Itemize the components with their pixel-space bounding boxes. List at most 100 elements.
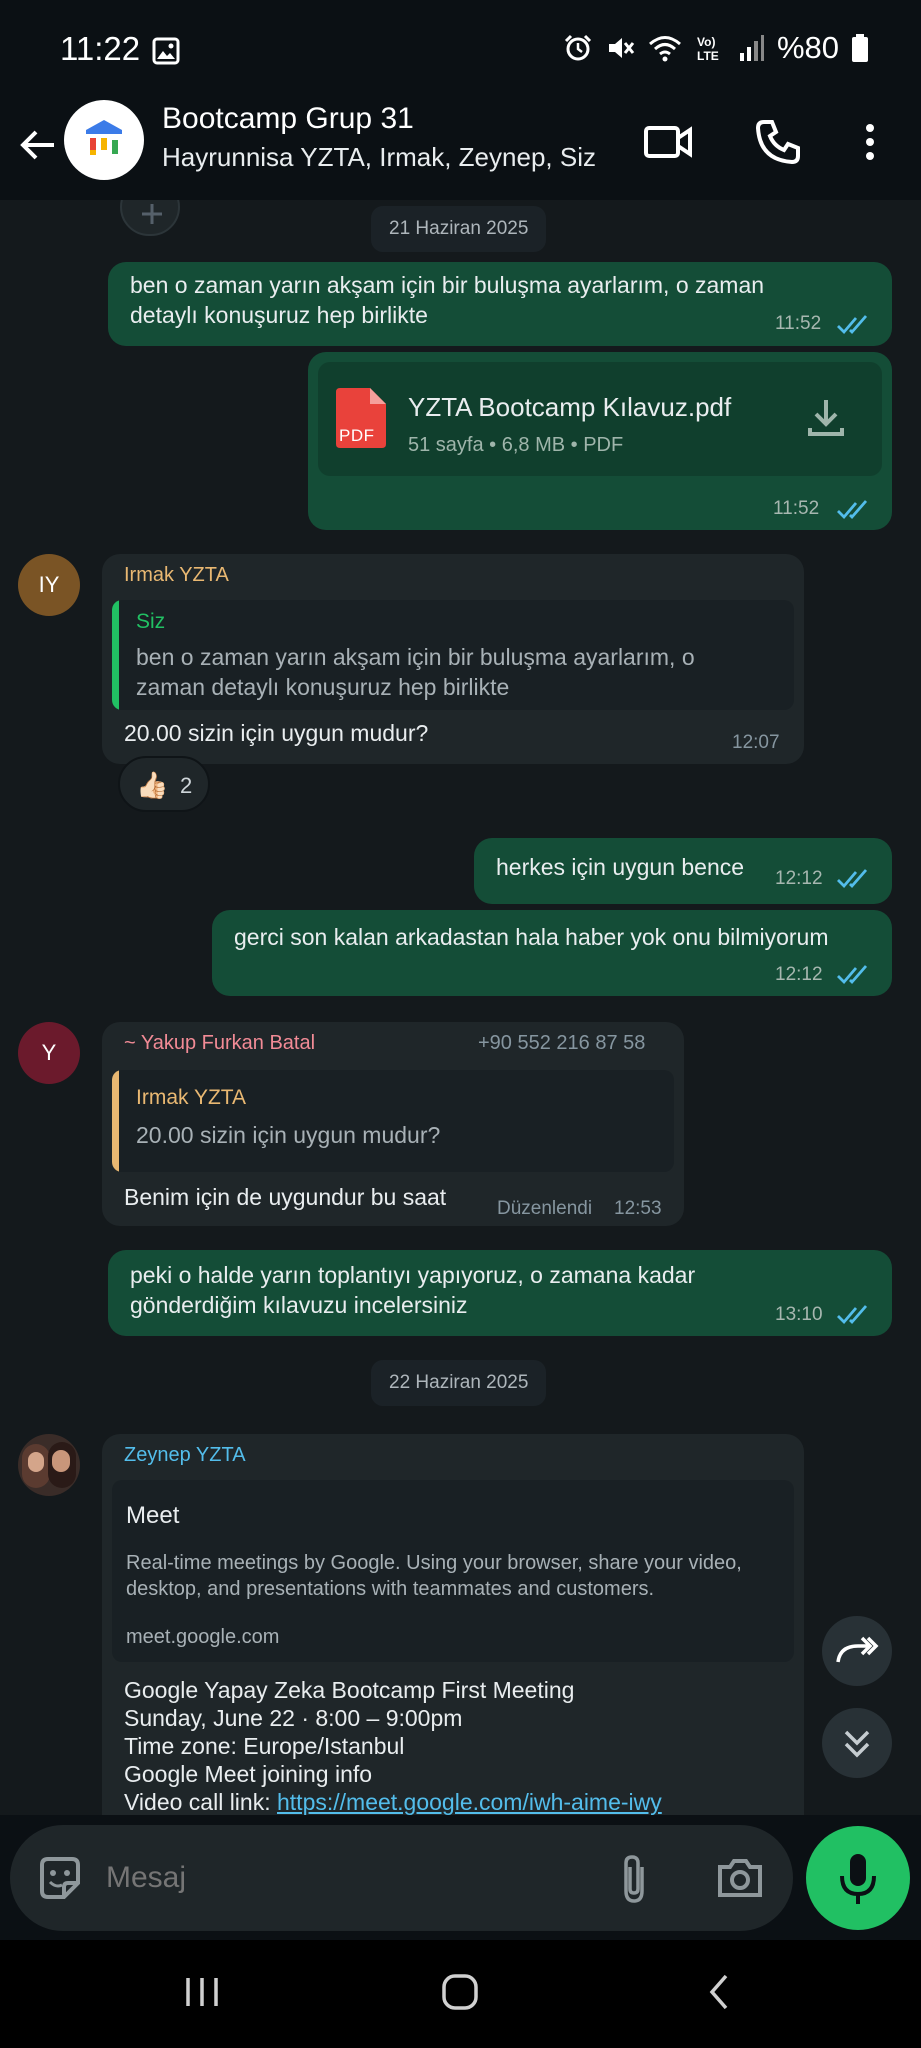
meet-link[interactable]: https://meet.google.com/iwh-aime-iwy <box>277 1789 662 1815</box>
read-ticks-icon <box>837 315 868 335</box>
status-icons: Vo) LTE %80 <box>563 30 869 66</box>
preview-description: Real-time meetings by Google. Using your… <box>126 1552 742 1574</box>
thumbs-up-emoji: 👍🏻 <box>136 770 169 800</box>
sender-name[interactable]: Irmak YZTA <box>124 564 229 587</box>
read-ticks-icon <box>837 500 868 520</box>
read-ticks-icon <box>837 869 868 889</box>
message-outgoing[interactable]: peki o halde yarın toplantıyı yapıyoruz,… <box>108 1250 892 1336</box>
message-time: 11:52 <box>775 313 822 334</box>
message-time: 12:07 <box>732 732 780 753</box>
chat-header: Bootcamp Grup 31 Hayrunnisa YZTA, Irmak,… <box>0 98 921 200</box>
message-text: 20.00 sizin için uygun mudur? <box>124 720 429 746</box>
message-incoming[interactable]: ~ Yakup Furkan Batal +90 552 216 87 58 I… <box>102 1022 684 1226</box>
more-vert-icon[interactable] <box>852 116 888 168</box>
chat-title[interactable]: Bootcamp Grup 31 <box>162 102 414 136</box>
signal-icon <box>739 35 764 61</box>
quoted-message[interactable]: Siz ben o zaman yarın akşam için bir bul… <box>112 600 794 710</box>
reaction-badge[interactable]: 👍🏻 2 <box>118 756 210 812</box>
preview-title: Meet <box>126 1502 180 1529</box>
gallery-icon <box>152 37 180 65</box>
date-separator: 22 Haziran 2025 <box>371 1360 547 1406</box>
quoted-message[interactable]: Irmak YZTA 20.00 sizin için uygun mudur? <box>112 1070 674 1172</box>
date-separator: 21 Haziran 2025 <box>371 206 547 252</box>
link-preview[interactable]: Meet Real-time meetings by Google. Using… <box>112 1480 794 1662</box>
message-text: Time zone: Europe/Istanbul <box>124 1733 405 1759</box>
message-text: ben o zaman yarın akşam için bir buluşma… <box>130 272 765 298</box>
alarm-icon <box>564 34 592 61</box>
quote-text: ben o zaman yarın akşam için bir buluşma… <box>136 644 695 670</box>
document-card[interactable]: PDF YZTA Bootcamp Kılavuz.pdf 51 sayfa •… <box>318 362 882 476</box>
quote-text: 20.00 sizin için uygun mudur? <box>136 1122 441 1148</box>
group-avatar[interactable] <box>64 100 144 180</box>
camera-icon[interactable] <box>716 1855 764 1901</box>
sender-name[interactable]: ~ Yakup Furkan Batal <box>124 1032 315 1055</box>
message-input-bar <box>10 1825 793 1931</box>
message-input[interactable] <box>106 1853 556 1903</box>
video-call-icon[interactable] <box>642 116 694 168</box>
chat-participants[interactable]: Hayrunnisa YZTA, Irmak, Zeynep, Siz <box>162 142 596 173</box>
mute-icon <box>608 38 635 58</box>
avatar[interactable]: IY <box>18 554 80 616</box>
message-outgoing[interactable]: gerci son kalan arkadastan hala haber yo… <box>212 910 892 996</box>
file-type-badge: PDF <box>339 426 375 445</box>
building-icon <box>86 120 122 155</box>
message-time: 11:52 <box>773 498 820 519</box>
message-text: Sunday, June 22 · 8:00 – 9:00pm <box>124 1705 463 1731</box>
back-nav-icon[interactable] <box>700 1972 740 2012</box>
add-reaction-button[interactable] <box>120 200 180 236</box>
message-outgoing[interactable]: ben o zaman yarın akşam için bir buluşma… <box>108 262 892 346</box>
quote-text: zaman detaylı konuşuruz hep birlikte <box>136 674 510 700</box>
message-text: herkes için uygun bence <box>496 854 745 880</box>
preview-description: desktop, and presentations with teammate… <box>126 1578 655 1600</box>
avatar-photo[interactable] <box>18 1434 80 1496</box>
message-text: gerci son kalan arkadastan hala haber yo… <box>234 924 829 950</box>
message-text: gönderdiğim kılavuzu incelersiniz <box>130 1292 468 1318</box>
message-incoming[interactable]: Zeynep YZTA Meet Real-time meetings by G… <box>102 1434 804 1815</box>
status-bar: 11:22 Vo) LTE %80 <box>0 0 921 100</box>
file-name: YZTA Bootcamp Kılavuz.pdf <box>408 392 732 422</box>
system-navigation-bar <box>0 1940 921 2048</box>
message-outgoing[interactable]: herkes için uygun bence 12:12 <box>474 838 892 904</box>
quote-sender: Irmak YZTA <box>136 1086 247 1109</box>
quote-bar <box>112 1070 119 1172</box>
quote-bar <box>112 600 119 710</box>
avatar[interactable]: Y <box>18 1022 80 1084</box>
message-text: Benim için de uygundur bu saat <box>124 1184 447 1210</box>
phone-call-icon[interactable] <box>752 116 804 168</box>
chat-area[interactable]: 21 Haziran 2025 ben o zaman yarın akşam … <box>0 200 921 1815</box>
preview-domain: meet.google.com <box>126 1626 280 1648</box>
status-time: 11:22 <box>60 30 141 67</box>
sender-phone[interactable]: +90 552 216 87 58 <box>478 1032 645 1055</box>
mic-icon <box>840 1854 876 1904</box>
mic-button[interactable] <box>806 1826 910 1930</box>
message-incoming[interactable]: Irmak YZTA Siz ben o zaman yarın akşam i… <box>102 554 804 764</box>
sticker-icon[interactable] <box>36 1855 84 1903</box>
message-time: 12:12 <box>775 868 823 889</box>
recent-apps-icon[interactable] <box>180 1972 224 2012</box>
quote-sender: Siz <box>136 610 166 633</box>
home-icon[interactable] <box>440 1972 480 2012</box>
forward-button[interactable] <box>822 1616 892 1686</box>
double-chevron-down-icon <box>844 1730 870 1758</box>
reaction-count: 2 <box>180 773 193 798</box>
attach-icon[interactable] <box>614 1853 654 1905</box>
battery-icon <box>852 34 868 62</box>
message-text: Google Meet joining info <box>124 1761 373 1787</box>
message-text: detaylı konuşuruz hep birlikte <box>130 302 428 328</box>
message-outgoing-document[interactable]: PDF YZTA Bootcamp Kılavuz.pdf 51 sayfa •… <box>308 352 892 530</box>
avatar-face <box>52 1450 70 1472</box>
message-time: 12:12 <box>775 964 823 985</box>
edited-label: Düzenlendi <box>497 1198 593 1219</box>
message-text: peki o halde yarın toplantıyı yapıyoruz,… <box>130 1262 696 1288</box>
message-time: 13:10 <box>775 1304 823 1325</box>
avatar-face <box>28 1452 44 1472</box>
message-text: Video call link: https://meet.google.com… <box>124 1788 662 1815</box>
download-icon[interactable] <box>804 396 848 440</box>
read-ticks-icon <box>837 1305 868 1325</box>
wifi-icon <box>648 36 681 62</box>
back-arrow-icon[interactable] <box>18 120 58 170</box>
scroll-down-button[interactable] <box>822 1708 892 1778</box>
svg-text:Vo): Vo) <box>697 35 715 49</box>
battery-percent: %80 <box>776 30 839 65</box>
sender-name[interactable]: Zeynep YZTA <box>124 1444 246 1467</box>
